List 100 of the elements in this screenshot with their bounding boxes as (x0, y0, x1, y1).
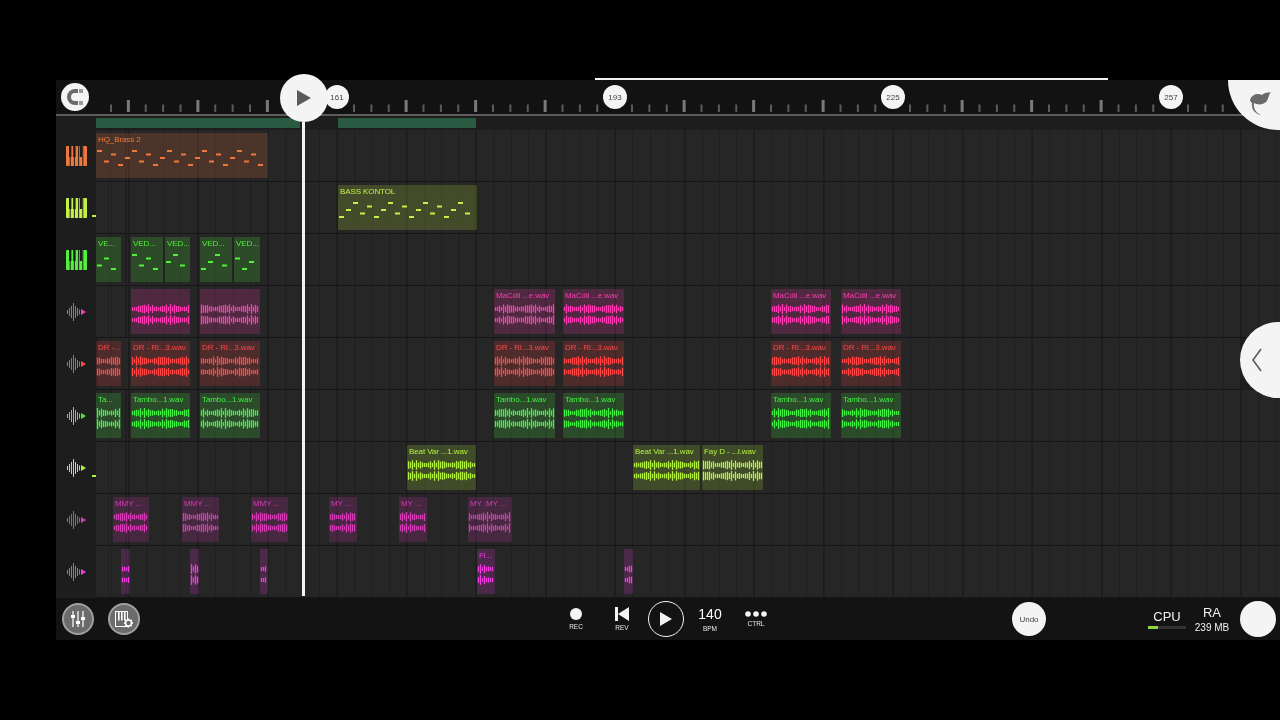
clip-name: DR - RI...3.wav (132, 342, 187, 353)
waveform-icon[interactable] (66, 458, 86, 478)
clip-name: DR - RI...3.wav (495, 342, 550, 353)
waveform-drawing (771, 301, 831, 328)
audio-clip[interactable]: Beat Var ...1.wav (633, 445, 700, 490)
waveform-drawing (494, 405, 555, 432)
waveform-drawing (633, 457, 700, 484)
audio-clip[interactable]: Tambo...1.wav (131, 393, 190, 438)
waveform-icon[interactable] (66, 302, 86, 322)
waveform-drawing (200, 301, 260, 328)
waveform-drawing (771, 405, 831, 432)
chevron-left-icon (1252, 348, 1262, 372)
pattern-clip[interactable]: VED... (200, 237, 232, 282)
playhead-button[interactable] (280, 74, 328, 122)
audio-clip[interactable]: DR - RI...3.wav (771, 341, 831, 386)
audio-clip[interactable] (200, 289, 260, 334)
pattern-clip[interactable]: BASS KONTOL (338, 185, 477, 230)
waveform-drawing (468, 509, 512, 536)
instrument-settings-button[interactable] (108, 603, 140, 635)
clip-name: Tambo...1.wav (201, 394, 254, 405)
audio-clip[interactable] (121, 549, 130, 594)
bar-number: 257 (1159, 85, 1183, 109)
menu-logo-button[interactable] (1228, 80, 1280, 130)
waveform-drawing (182, 509, 219, 536)
more-dots-icon (745, 611, 767, 617)
waveform-drawing (131, 353, 190, 380)
audio-clip[interactable]: Fay D - ...l.wav (702, 445, 763, 490)
bar-number: 161 (325, 85, 349, 109)
pattern-clip[interactable]: VED... (234, 237, 260, 282)
clip-name: Fay D - ...l.wav (703, 446, 757, 457)
waveform-drawing (841, 301, 901, 328)
waveform-icon[interactable] (66, 354, 86, 374)
audio-clip[interactable]: Tambo...1.wav (200, 393, 260, 438)
waveform-drawing (771, 353, 831, 380)
round-menu-button[interactable] (1240, 601, 1276, 637)
waveform-drawing (563, 353, 624, 380)
waveform-drawing (477, 561, 495, 588)
audio-clip[interactable]: MaCdii ...e.wav (841, 289, 901, 334)
audio-clip[interactable]: DR - RI...3.wav (131, 341, 190, 386)
pattern-clip[interactable]: VED... (165, 237, 190, 282)
clip-name: VED... (201, 238, 226, 249)
pattern-clip[interactable]: VE... (96, 237, 121, 282)
waveform-icon[interactable] (66, 406, 86, 426)
clip-name: Tambo...1.wav (842, 394, 895, 405)
audio-clip[interactable]: MaCdii ...e.wav (771, 289, 831, 334)
waveform-drawing (494, 301, 555, 328)
audio-clip[interactable]: Ta... (96, 393, 121, 438)
audio-clip[interactable]: MaCdii ...e.wav (563, 289, 624, 334)
waveform-drawing (131, 405, 190, 432)
audio-clip[interactable]: MaCdii ...e.wav (494, 289, 555, 334)
undo-button[interactable]: Undo (1012, 602, 1046, 636)
waveform-drawing (200, 353, 260, 380)
clip-name: DR - RI...3.wav (842, 342, 897, 353)
audio-clip[interactable] (131, 289, 190, 334)
audio-clip[interactable]: DR - RI...3.wav (494, 341, 555, 386)
skip-back-icon (615, 607, 629, 621)
clip-name: DR -... (97, 342, 122, 353)
clip-name: MaCdii ...e.wav (564, 290, 620, 301)
clip-name: MMY ... (114, 498, 143, 509)
audio-clip[interactable]: Fl... (477, 549, 495, 594)
audio-clip[interactable]: DR -... (96, 341, 121, 386)
bar-number: 193 (603, 85, 627, 109)
clip-name: HQ_Brass 2 (97, 134, 142, 145)
audio-clip[interactable] (624, 549, 633, 594)
clip-name: Tambo...1.wav (564, 394, 617, 405)
audio-clip[interactable]: DR - RI...3.wav (563, 341, 624, 386)
clip-name: BASS KONTOL (339, 186, 397, 197)
audio-clip[interactable]: Tambo...1.wav (841, 393, 901, 438)
audio-clip[interactable]: DR - RI...3.wav (841, 341, 901, 386)
waveform-drawing (190, 561, 199, 588)
mixer-button[interactable] (62, 603, 94, 635)
clip-name: Tambo...1.wav (132, 394, 185, 405)
audio-clip[interactable]: Tambo...1.wav (563, 393, 624, 438)
waveform-drawing (113, 509, 149, 536)
audio-clip[interactable]: Tambo...1.wav (494, 393, 555, 438)
ram-label: RA (1202, 605, 1222, 620)
piano-keys-icon[interactable] (65, 146, 87, 166)
ram-usage: 239 MB (1194, 622, 1230, 633)
play-icon (660, 612, 672, 626)
waveform-icon[interactable] (66, 562, 86, 582)
magnet-icon (67, 88, 83, 106)
waveform-drawing (407, 457, 476, 484)
audio-clip[interactable] (260, 549, 268, 594)
play-icon (297, 90, 311, 106)
clip-name: VED... (132, 238, 157, 249)
audio-clip[interactable]: Beat Var ...1.wav (407, 445, 476, 490)
waveform-drawing (494, 353, 555, 380)
piano-keys-icon[interactable] (65, 198, 87, 218)
pattern-clip[interactable]: HQ_Brass 2 (96, 133, 268, 178)
waveform-drawing (131, 301, 190, 328)
audio-clip[interactable]: Tambo...1.wav (771, 393, 831, 438)
piano-keys-icon[interactable] (65, 250, 87, 270)
clip-name: VED... (166, 238, 191, 249)
audio-clip[interactable] (190, 549, 199, 594)
clip-name: MMY ... (252, 498, 281, 509)
waveform-drawing (702, 457, 763, 484)
audio-clip[interactable]: DR - RI...3.wav (200, 341, 260, 386)
pattern-clip[interactable]: VED... (131, 237, 163, 282)
snap-button[interactable] (61, 83, 89, 111)
waveform-drawing (563, 301, 624, 328)
